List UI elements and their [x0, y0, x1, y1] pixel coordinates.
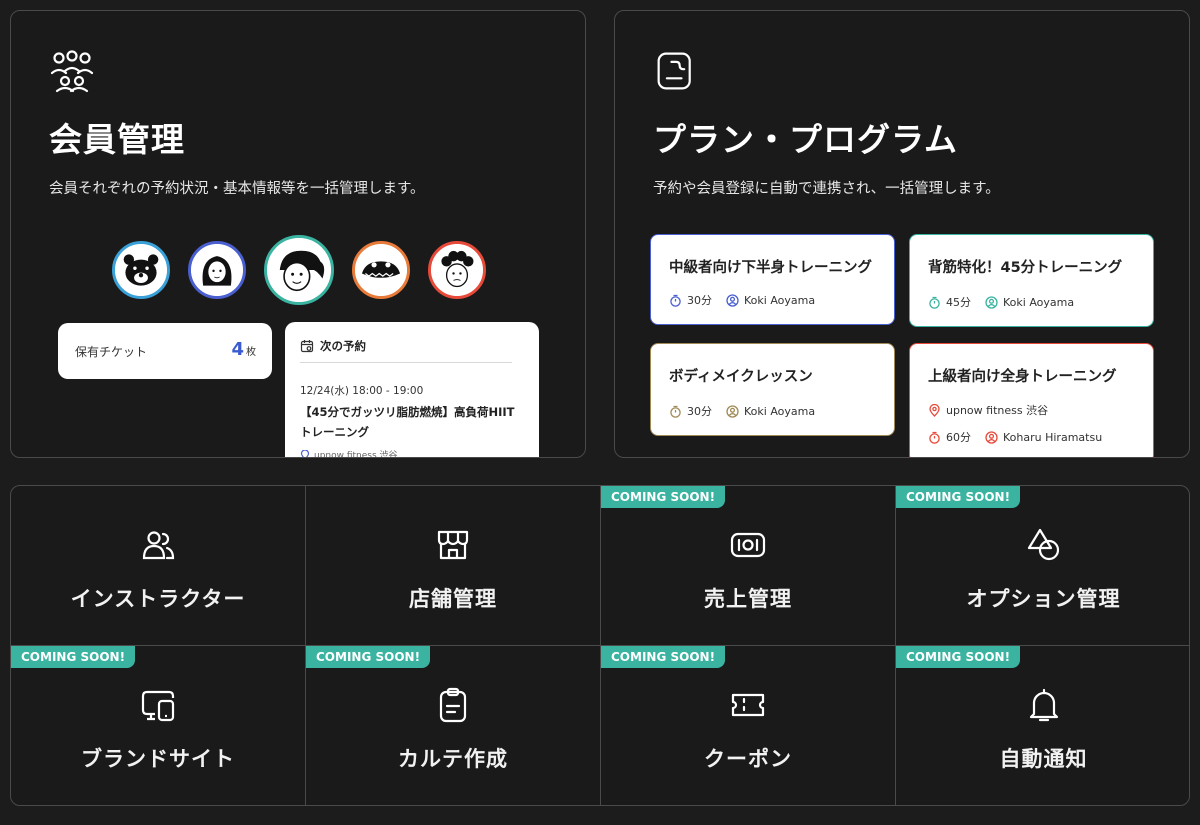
ticket-count: 4枚	[231, 339, 256, 360]
timer-icon	[929, 296, 940, 309]
program-duration: 60分	[946, 431, 971, 444]
feature-label: オプション管理	[966, 587, 1121, 611]
location-pin-icon	[929, 403, 940, 417]
ticket-card: 保有チケット 4枚	[58, 323, 272, 379]
woman-avatar	[188, 241, 246, 299]
program-instructor: Koharu Hiramatsu	[1003, 430, 1103, 444]
program-location-text: upnow fitness 渋谷	[946, 404, 1049, 417]
curly-hair-avatar	[428, 241, 486, 299]
coming-soon-badge: COMING SOON!	[11, 646, 136, 668]
program-panel-title: プラン・プログラム	[653, 120, 959, 159]
plan-program-panel: プラン・プログラム 予約や会員登録に自動で連携され、一括管理します。 中級者向け…	[614, 10, 1190, 458]
program-duration: 30分	[687, 405, 712, 418]
feature-store[interactable]: 店舗管理	[306, 486, 601, 646]
program-name: 中級者向け下半身トレーニング	[669, 260, 872, 276]
coming-soon-badge: COMING SOON!	[896, 646, 1021, 668]
brand-site-icon	[141, 690, 175, 722]
reservation-location-text: upnow fitness 渋谷	[314, 451, 398, 458]
user-icon	[726, 404, 739, 418]
program-duration: 30分	[687, 294, 712, 307]
location-pin-icon	[300, 449, 310, 457]
timer-icon	[670, 294, 681, 307]
program-card[interactable]: 中級者向け下半身トレーニング 30分 Koki Aoyama	[650, 234, 895, 325]
user-icon	[726, 293, 739, 307]
feature-label: 自動通知	[999, 747, 1088, 771]
next-reservation-card: 次の予約 12/24(水) 18:00 - 19:00 【45分でガッツリ脂肪燃…	[285, 322, 539, 458]
coming-soon-badge: COMING SOON!	[601, 646, 726, 668]
member-panel-title: 会員管理	[49, 120, 185, 159]
feature-label: 売上管理	[704, 587, 792, 611]
reservation-datetime: 12/24(水) 18:00 - 19:00	[300, 385, 424, 397]
program-meta: 30分 Koki Aoyama	[669, 403, 815, 419]
program-instructor: Koki Aoyama	[744, 293, 816, 307]
program-location: upnow fitness 渋谷	[928, 402, 1048, 418]
user-icon	[985, 295, 998, 309]
program-card[interactable]: ボディメイクレッスン 30分 Koki Aoyama	[650, 343, 895, 436]
members-icon	[50, 50, 94, 93]
program-meta: 30分 Koki Aoyama	[669, 292, 815, 308]
feature-instructor[interactable]: インストラクター	[11, 486, 306, 646]
feature-auto-notification[interactable]: COMING SOON! 自動通知	[896, 646, 1189, 805]
crocodile-avatar	[352, 241, 410, 299]
program-instructor: Koki Aoyama	[744, 404, 816, 418]
member-management-panel: 会員管理 会員それぞれの予約状況・基本情報等を一括管理します。 保有チケット 4…	[10, 10, 586, 458]
chart-record-icon	[439, 687, 467, 723]
feature-coupon[interactable]: COMING SOON! クーポン	[601, 646, 896, 805]
feature-sales[interactable]: COMING SOON! 売上管理	[601, 486, 896, 646]
timer-icon	[929, 431, 940, 444]
next-reservation-header: 次の予約	[300, 338, 512, 363]
coming-soon-badge: COMING SOON!	[601, 486, 726, 508]
store-icon	[437, 530, 469, 560]
reservation-program: 【45分でガッツリ脂肪燃焼】高負荷HIITトレーニング	[300, 405, 515, 439]
bell-icon	[1029, 688, 1058, 722]
reservation-location: upnow fitness 渋谷	[300, 448, 398, 458]
timer-icon	[670, 405, 681, 418]
feature-label: ブランドサイト	[81, 747, 235, 771]
program-panel-description: 予約や会員登録に自動で連携され、一括管理します。	[653, 181, 1000, 197]
next-reservation-heading: 次の予約	[320, 339, 366, 353]
program-name: ボディメイクレッスン	[669, 369, 813, 385]
program-meta: 45分 Koki Aoyama	[928, 294, 1074, 310]
ponytail-avatar	[264, 235, 334, 305]
program-instructor: Koki Aoyama	[1003, 295, 1075, 309]
document-icon	[657, 52, 691, 90]
program-meta: 60分 Koharu Hiramatsu	[928, 429, 1102, 445]
ticket-count-unit: 枚	[246, 347, 256, 358]
program-card[interactable]: 上級者向け全身トレーニング upnow fitness 渋谷 60分 Kohar…	[909, 343, 1154, 457]
coming-soon-badge: COMING SOON!	[306, 646, 431, 668]
instructor-icon	[142, 531, 175, 560]
ticket-label: 保有チケット	[75, 345, 148, 359]
program-card[interactable]: 背筋特化！45分トレーニング 45分 Koki Aoyama	[909, 234, 1154, 327]
coming-soon-badge: COMING SOON!	[896, 486, 1021, 508]
feature-label: インストラクター	[70, 587, 246, 611]
feature-label: カルテ作成	[398, 747, 508, 771]
program-name: 背筋特化！45分トレーニング	[928, 260, 1123, 276]
sales-icon	[730, 532, 766, 558]
member-avatars	[11, 235, 585, 307]
feature-chart-record[interactable]: COMING SOON! カルテ作成	[306, 646, 601, 805]
feature-label: クーポン	[704, 747, 792, 771]
user-icon	[985, 430, 998, 444]
feature-options[interactable]: COMING SOON! オプション管理	[896, 486, 1189, 646]
options-icon	[1027, 528, 1059, 561]
program-name: 上級者向け全身トレーニング	[928, 369, 1117, 385]
coupon-icon	[731, 693, 765, 717]
ticket-count-value: 4	[231, 339, 244, 360]
calendar-icon	[300, 340, 314, 353]
feature-grid: インストラクター 店舗管理 COMING SOON! 売上管理 COMING S…	[10, 485, 1190, 806]
feature-brand-site[interactable]: COMING SOON! ブランドサイト	[11, 646, 306, 805]
member-panel-description: 会員それぞれの予約状況・基本情報等を一括管理します。	[49, 181, 425, 197]
feature-label: 店舗管理	[409, 587, 497, 611]
program-duration: 45分	[946, 296, 971, 309]
bear-avatar	[112, 241, 170, 299]
